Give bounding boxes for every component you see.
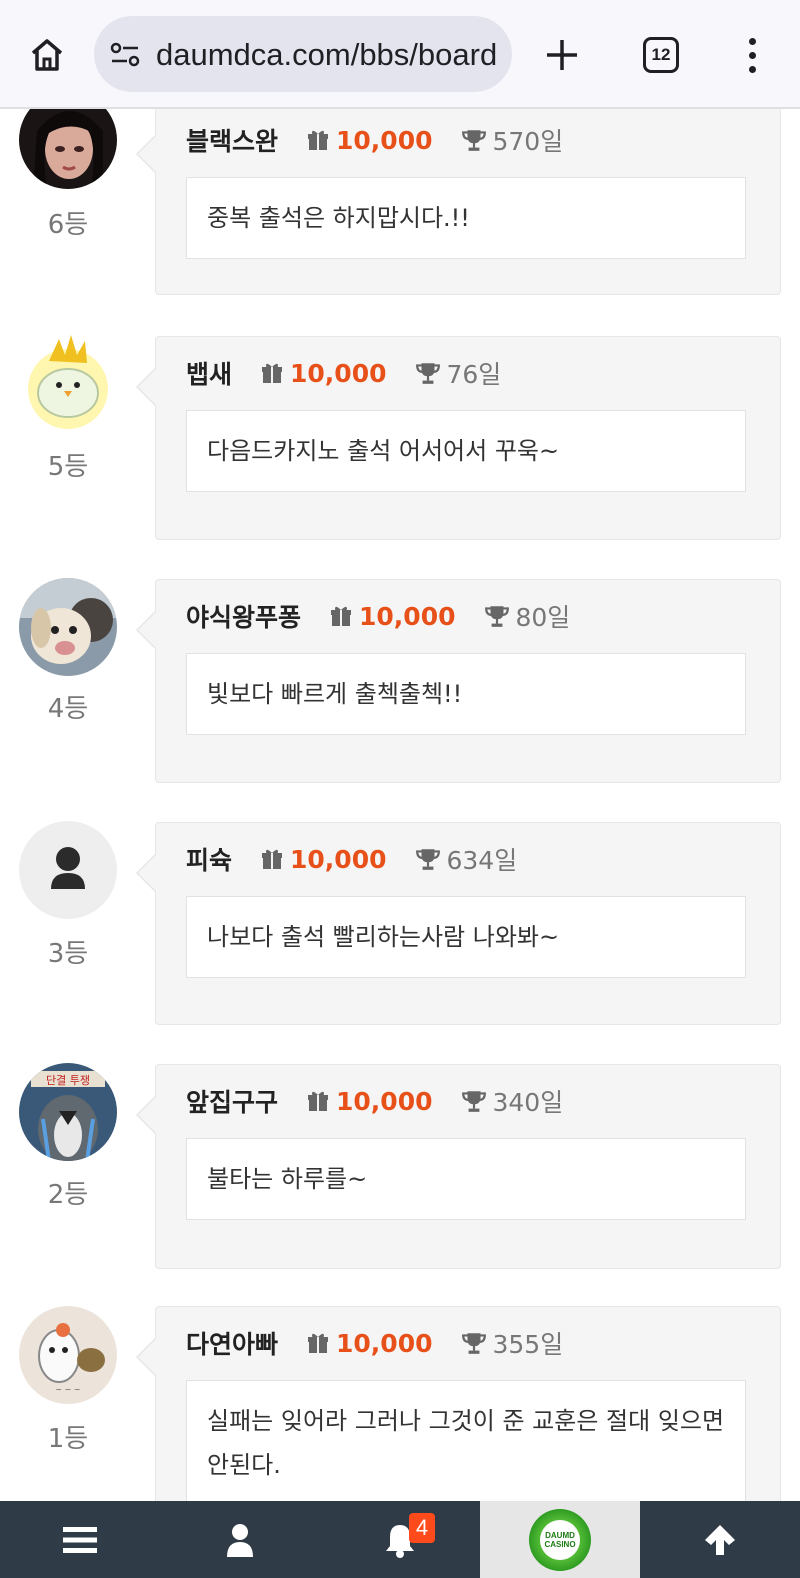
- comment-card: 야식왕푸퐁 10,000 80일 빛보다 빠르게 출첵출첵!!: [136, 579, 781, 783]
- user-icon: [227, 1523, 253, 1557]
- attendance-days: 76일: [446, 360, 502, 389]
- rank-label: 6등: [47, 210, 89, 240]
- nickname[interactable]: 다연아빠: [186, 1325, 278, 1361]
- points-value: 10,000: [359, 601, 456, 631]
- attendance-days: 340일: [492, 1088, 564, 1117]
- gift-icon: [262, 849, 283, 869]
- comment-text: 중복 출석은 하지맙시다.!!: [186, 177, 746, 259]
- comment-text: 다음드카지노 출석 어서어서 꾸욱~: [186, 410, 746, 492]
- casino-logo: DAUMD CASINO: [529, 1508, 591, 1571]
- comment-text: 나보다 출석 빨리하는사람 나와봐~: [186, 896, 746, 978]
- rank-label: 1등: [47, 1424, 89, 1454]
- dot-icon: [748, 65, 756, 73]
- site-settings-icon[interactable]: [108, 38, 142, 72]
- comment-card: 블랙스완 10,000 570일 중복 출석은 하지맙시다.!!: [136, 103, 781, 295]
- rank-label: 3등: [47, 939, 89, 969]
- hamburger-icon: [63, 1526, 97, 1553]
- avatar[interactable]: ~ ~ ~: [19, 1306, 117, 1404]
- nickname[interactable]: 피슉: [186, 841, 232, 877]
- trophy-icon: [484, 606, 509, 627]
- nav-notification-button[interactable]: 4: [320, 1501, 480, 1578]
- comment-meta: 피슉 10,000 634일: [186, 839, 517, 879]
- comment-text: 불타는 하루를~: [186, 1138, 746, 1220]
- comment-meta: 야식왕푸퐁 10,000 80일: [186, 596, 570, 636]
- bottom-nav: 4 DAUMD CASINO: [0, 1501, 800, 1578]
- user-icon: [51, 847, 85, 889]
- trophy-icon: [415, 363, 440, 384]
- comment-card: 뱁새 10,000 76일 다음드카지노 출석 어서어서 꾸욱~: [136, 336, 781, 540]
- home-button[interactable]: [22, 30, 72, 80]
- plus-icon: [547, 40, 577, 70]
- points-value: 10,000: [336, 1086, 433, 1116]
- comment-meta: 뱁새 10,000 76일: [186, 353, 501, 393]
- comment-meta: 다연아빠 10,000 355일: [186, 1323, 563, 1363]
- arrow-up-icon: [705, 1524, 735, 1555]
- dot-icon: [748, 37, 756, 45]
- avatar[interactable]: [19, 578, 117, 676]
- nav-logo-button[interactable]: DAUMD CASINO: [480, 1501, 640, 1578]
- attendance-days: 80일: [515, 603, 571, 632]
- nav-menu-button[interactable]: [0, 1501, 160, 1578]
- new-tab-button[interactable]: [537, 30, 587, 80]
- nickname[interactable]: 앞집구구: [186, 1083, 278, 1119]
- trophy-icon: [461, 1333, 486, 1354]
- points-value: 10,000: [336, 125, 433, 155]
- comment-text: 빛보다 빠르게 출첵출첵!!: [186, 653, 746, 735]
- trophy-icon: [461, 130, 486, 151]
- dot-icon: [748, 51, 756, 59]
- attendance-days: 570일: [492, 127, 564, 156]
- attendance-days: 355일: [492, 1330, 564, 1359]
- gift-icon: [308, 1333, 329, 1353]
- avatar[interactable]: 단결 투쟁: [19, 1063, 117, 1161]
- trophy-icon: [415, 849, 440, 870]
- notification-badge: 4: [409, 1513, 435, 1543]
- points-value: 10,000: [290, 844, 387, 874]
- svg-text:단결 투쟁: 단결 투쟁: [46, 1074, 90, 1087]
- points-value: 10,000: [336, 1328, 433, 1358]
- nav-profile-button[interactable]: [160, 1501, 320, 1578]
- avatar[interactable]: [19, 333, 117, 431]
- attendance-days: 634일: [446, 846, 518, 875]
- nickname[interactable]: 뱁새: [186, 355, 232, 391]
- comment-text: 실패는 잊어라 그러나 그것이 준 교훈은 절대 잊으면 안된다.: [186, 1380, 746, 1506]
- url-text[interactable]: daumdca.com/bbs/board: [156, 35, 496, 75]
- rank-label: 2등: [47, 1180, 89, 1210]
- trophy-icon: [461, 1091, 486, 1112]
- browser-toolbar: daumdca.com/bbs/board 12: [0, 0, 800, 109]
- gift-icon: [308, 1091, 329, 1111]
- attendance-list: 6등 블랙스완 10,000 570일 중복 출석은 하지맙시다.!! 5등 뱁…: [0, 0, 800, 1578]
- nickname[interactable]: 야식왕푸퐁: [186, 598, 301, 634]
- scroll-top-button[interactable]: [640, 1501, 800, 1578]
- rank-label: 5등: [47, 452, 89, 482]
- comment-card: 앞집구구 10,000 340일 불타는 하루를~: [136, 1064, 781, 1269]
- address-bar[interactable]: daumdca.com/bbs/board: [94, 16, 512, 92]
- svg-text:~ ~ ~: ~ ~ ~: [55, 1385, 80, 1394]
- more-menu-button[interactable]: [738, 30, 766, 80]
- points-value: 10,000: [290, 358, 387, 388]
- gift-icon: [262, 363, 283, 383]
- home-icon: [31, 39, 63, 71]
- comment-meta: 앞집구구 10,000 340일: [186, 1081, 563, 1121]
- gift-icon: [331, 606, 352, 626]
- nickname[interactable]: 블랙스완: [186, 122, 278, 158]
- gift-icon: [308, 130, 329, 150]
- avatar[interactable]: [19, 821, 117, 919]
- tab-switcher-button[interactable]: 12: [643, 37, 679, 73]
- comment-meta: 블랙스완 10,000 570일: [186, 120, 563, 160]
- rank-label: 4등: [47, 694, 89, 724]
- comment-card: 피슉 10,000 634일 나보다 출석 빨리하는사람 나와봐~: [136, 822, 781, 1025]
